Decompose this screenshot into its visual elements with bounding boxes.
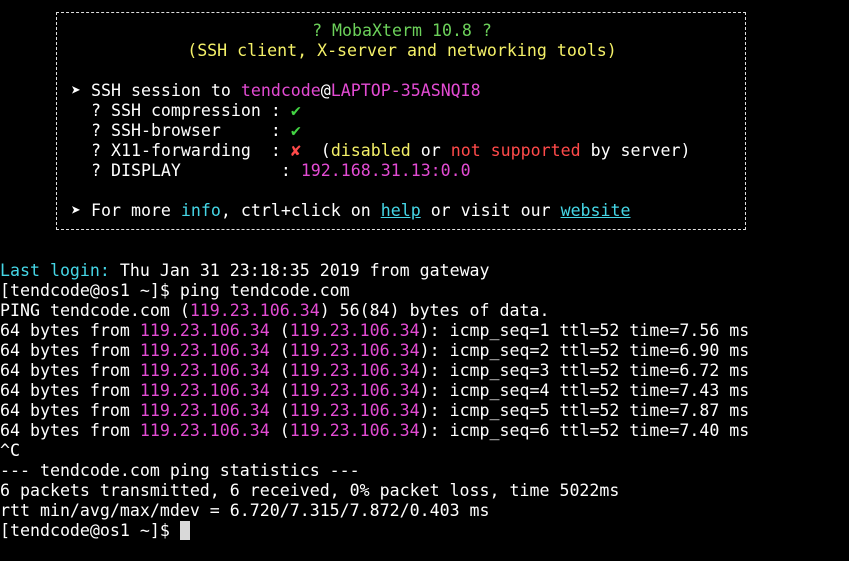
reply-ip: 119.23.106.34: [139, 321, 270, 340]
cross-icon: ✘: [290, 141, 301, 160]
ping-reply-line: 64 bytes from 119.23.106.34 (119.23.106.…: [0, 341, 750, 360]
feature-separator: :: [250, 141, 291, 160]
reply-ip-paren: 119.23.106.34: [289, 401, 420, 420]
shell-prompt: [tendcode@os1 ~]$: [0, 521, 180, 540]
note-open: (: [300, 141, 331, 160]
feature-separator: :: [220, 121, 291, 140]
ping-header-suffix: ) 56(84) bytes of data.: [319, 301, 550, 320]
ping-reply-line: 64 bytes from 119.23.106.34 (119.23.106.…: [0, 421, 750, 440]
banner-subtitle: (SSH client, X-server and networking too…: [187, 41, 617, 60]
reply-rest: ): icmp_seq=5 ttl=52 time=7.87 ms: [419, 401, 750, 420]
reply-rest: ): icmp_seq=6 ttl=52 time=7.40 ms: [419, 421, 750, 440]
welcome-banner: ? MobaXterm 10.8 ? (SSH client, X-server…: [56, 12, 746, 230]
reply-ip-paren: 119.23.106.34: [289, 421, 420, 440]
ssh-session-line: ➤ SSH session to tendcode@LAPTOP-35ASNQI…: [71, 81, 481, 101]
command-text: ping tendcode.com: [179, 281, 350, 300]
feature-ssh-compression: ? SSH compression : ✔: [71, 101, 301, 121]
ssh-session-prefix: SSH session to: [91, 81, 241, 100]
feature-label: SSH-browser: [110, 121, 221, 140]
terminal-window[interactable]: ? MobaXterm 10.8 ? (SSH client, X-server…: [0, 0, 849, 561]
bullet-icon: ?: [90, 141, 101, 160]
feature-separator: :: [260, 101, 291, 120]
note-or: or: [410, 141, 451, 160]
reply-ip-paren: 119.23.106.34: [289, 321, 420, 340]
check-icon: ✔: [290, 121, 301, 140]
reply-ip: 119.23.106.34: [139, 401, 270, 420]
reply-ip: 119.23.106.34: [139, 421, 270, 440]
shell-prompt: [tendcode@os1 ~]$: [0, 281, 180, 300]
reply-bytes: 64 bytes from: [0, 421, 140, 440]
reply-bytes: 64 bytes from: [0, 401, 140, 420]
ping-header-prefix: PING tendcode.com (: [0, 301, 190, 320]
final-prompt-line[interactable]: [tendcode@os1 ~]$: [0, 521, 190, 541]
command-line: [tendcode@os1 ~]$ ping tendcode.com: [0, 281, 350, 301]
ping-ip: 119.23.106.34: [189, 301, 320, 320]
ping-reply-line: 64 bytes from 119.23.106.34 (119.23.106.…: [0, 401, 750, 420]
reply-ip: 119.23.106.34: [139, 381, 270, 400]
info-word: info: [180, 201, 221, 220]
arrow-icon: ➤: [71, 81, 81, 100]
info-text: For more: [81, 201, 181, 220]
reply-ip-paren: 119.23.106.34: [289, 381, 420, 400]
note-disabled: disabled: [330, 141, 411, 160]
bullet-icon: ?: [90, 161, 101, 180]
ssh-host: LAPTOP-35ASNQI8: [330, 81, 481, 100]
feature-display: ? DISPLAY : 192.168.31.13:0.0: [71, 161, 471, 181]
info-text: or visit our: [420, 201, 561, 220]
help-link[interactable]: help: [381, 201, 421, 220]
interrupt-line: ^C: [0, 441, 20, 460]
stats-header: --- tendcode.com ping statistics ---: [0, 461, 360, 480]
reply-rest: ): icmp_seq=1 ttl=52 time=7.56 ms: [419, 321, 750, 340]
ping-reply-line: 64 bytes from 119.23.106.34 (119.23.106.…: [0, 361, 750, 380]
rtt-line: rtt min/avg/max/mdev = 6.720/7.315/7.872…: [0, 501, 490, 520]
note-not-supported: not supported: [450, 141, 581, 160]
reply-rest: ): icmp_seq=3 ttl=52 time=6.72 ms: [419, 361, 750, 380]
feature-label: SSH compression: [110, 101, 261, 120]
feature-separator: :: [180, 161, 301, 180]
display-value: 192.168.31.13:0.0: [300, 161, 471, 180]
reply-ip-paren: 119.23.106.34: [289, 341, 420, 360]
feature-x11-forwarding: ? X11-forwarding : ✘ (disabled or not su…: [71, 141, 691, 161]
reply-ip-paren: 119.23.106.34: [289, 361, 420, 380]
website-link[interactable]: website: [561, 201, 631, 220]
check-icon: ✔: [290, 101, 301, 120]
reply-bytes: 64 bytes from: [0, 381, 140, 400]
ssh-at: @: [320, 81, 331, 100]
note-close: by server): [580, 141, 691, 160]
reply-rest: ): icmp_seq=2 ttl=52 time=6.90 ms: [419, 341, 750, 360]
reply-bytes: 64 bytes from: [0, 321, 140, 340]
ping-reply-line: 64 bytes from 119.23.106.34 (119.23.106.…: [0, 381, 750, 400]
text-cursor[interactable]: [179, 521, 190, 540]
reply-ip: 119.23.106.34: [139, 361, 270, 380]
last-login-value: Thu Jan 31 23:18:35 2019 from gateway: [109, 261, 490, 280]
feature-label: X11-forwarding: [110, 141, 251, 160]
ssh-user: tendcode: [240, 81, 321, 100]
last-login-line: Last login: Thu Jan 31 23:18:35 2019 fro…: [0, 261, 490, 281]
banner-title: ? MobaXterm 10.8 ?: [312, 21, 492, 40]
info-text: , ctrl+click on: [220, 201, 381, 220]
ping-header-line: PING tendcode.com (119.23.106.34) 56(84)…: [0, 301, 549, 321]
last-login-label: Last login:: [0, 261, 110, 280]
reply-bytes: 64 bytes from: [0, 341, 140, 360]
info-line: ➤ For more info, ctrl+click on help or v…: [71, 201, 631, 221]
bullet-icon: ?: [90, 101, 101, 120]
bullet-icon: ?: [90, 121, 101, 140]
feature-ssh-browser: ? SSH-browser : ✔: [71, 121, 301, 141]
arrow-icon: ➤: [71, 201, 81, 220]
stats-line: 6 packets transmitted, 6 received, 0% pa…: [0, 481, 620, 500]
reply-rest: ): icmp_seq=4 ttl=52 time=7.43 ms: [419, 381, 750, 400]
ping-reply-line: 64 bytes from 119.23.106.34 (119.23.106.…: [0, 321, 750, 340]
feature-label: DISPLAY: [110, 161, 181, 180]
reply-ip: 119.23.106.34: [139, 341, 270, 360]
reply-bytes: 64 bytes from: [0, 361, 140, 380]
